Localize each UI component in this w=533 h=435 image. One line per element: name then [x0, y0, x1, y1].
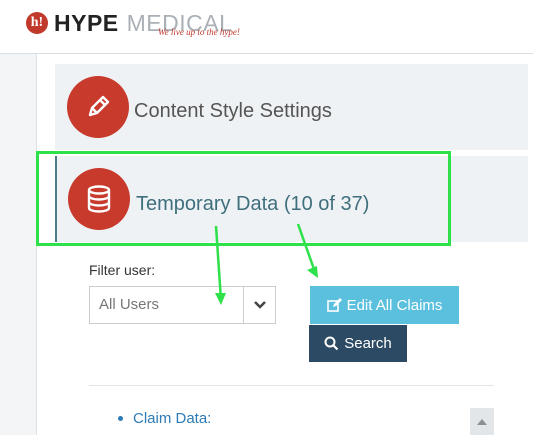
filter-user-select[interactable]: All Users: [89, 286, 276, 324]
left-rail: [0, 0, 37, 435]
section-title: Content Style Settings: [134, 100, 332, 122]
logo-badge: h!: [26, 12, 48, 34]
divider: [89, 385, 494, 386]
scroll-up-button[interactable]: [470, 408, 494, 435]
search-label: Search: [344, 335, 392, 352]
section-content-style-settings[interactable]: Content Style Settings: [55, 64, 528, 150]
search-icon: [324, 336, 339, 351]
highlight-box: [36, 151, 451, 246]
edit-all-claims-label: Edit All Claims: [346, 296, 443, 314]
logo-hype-text: HYPE: [54, 9, 119, 36]
search-button[interactable]: Search: [309, 325, 407, 362]
pencil-icon: [67, 76, 129, 138]
app-header: h! HYPE MEDICAL We live up to the hype!: [0, 0, 533, 54]
select-value: All Users: [99, 296, 160, 313]
list-item-label: Claim Data:: [133, 410, 212, 427]
edit-all-claims-button[interactable]: Edit All Claims: [310, 286, 459, 324]
chevron-down-icon[interactable]: [243, 287, 275, 323]
bullet: [118, 416, 123, 421]
logo-tagline: We live up to the hype!: [158, 27, 240, 37]
list-item[interactable]: Claim Data:: [118, 410, 211, 427]
filter-user-label: Filter user:: [89, 262, 156, 278]
edit-icon: [326, 297, 342, 312]
caret-up-icon: [477, 418, 487, 425]
